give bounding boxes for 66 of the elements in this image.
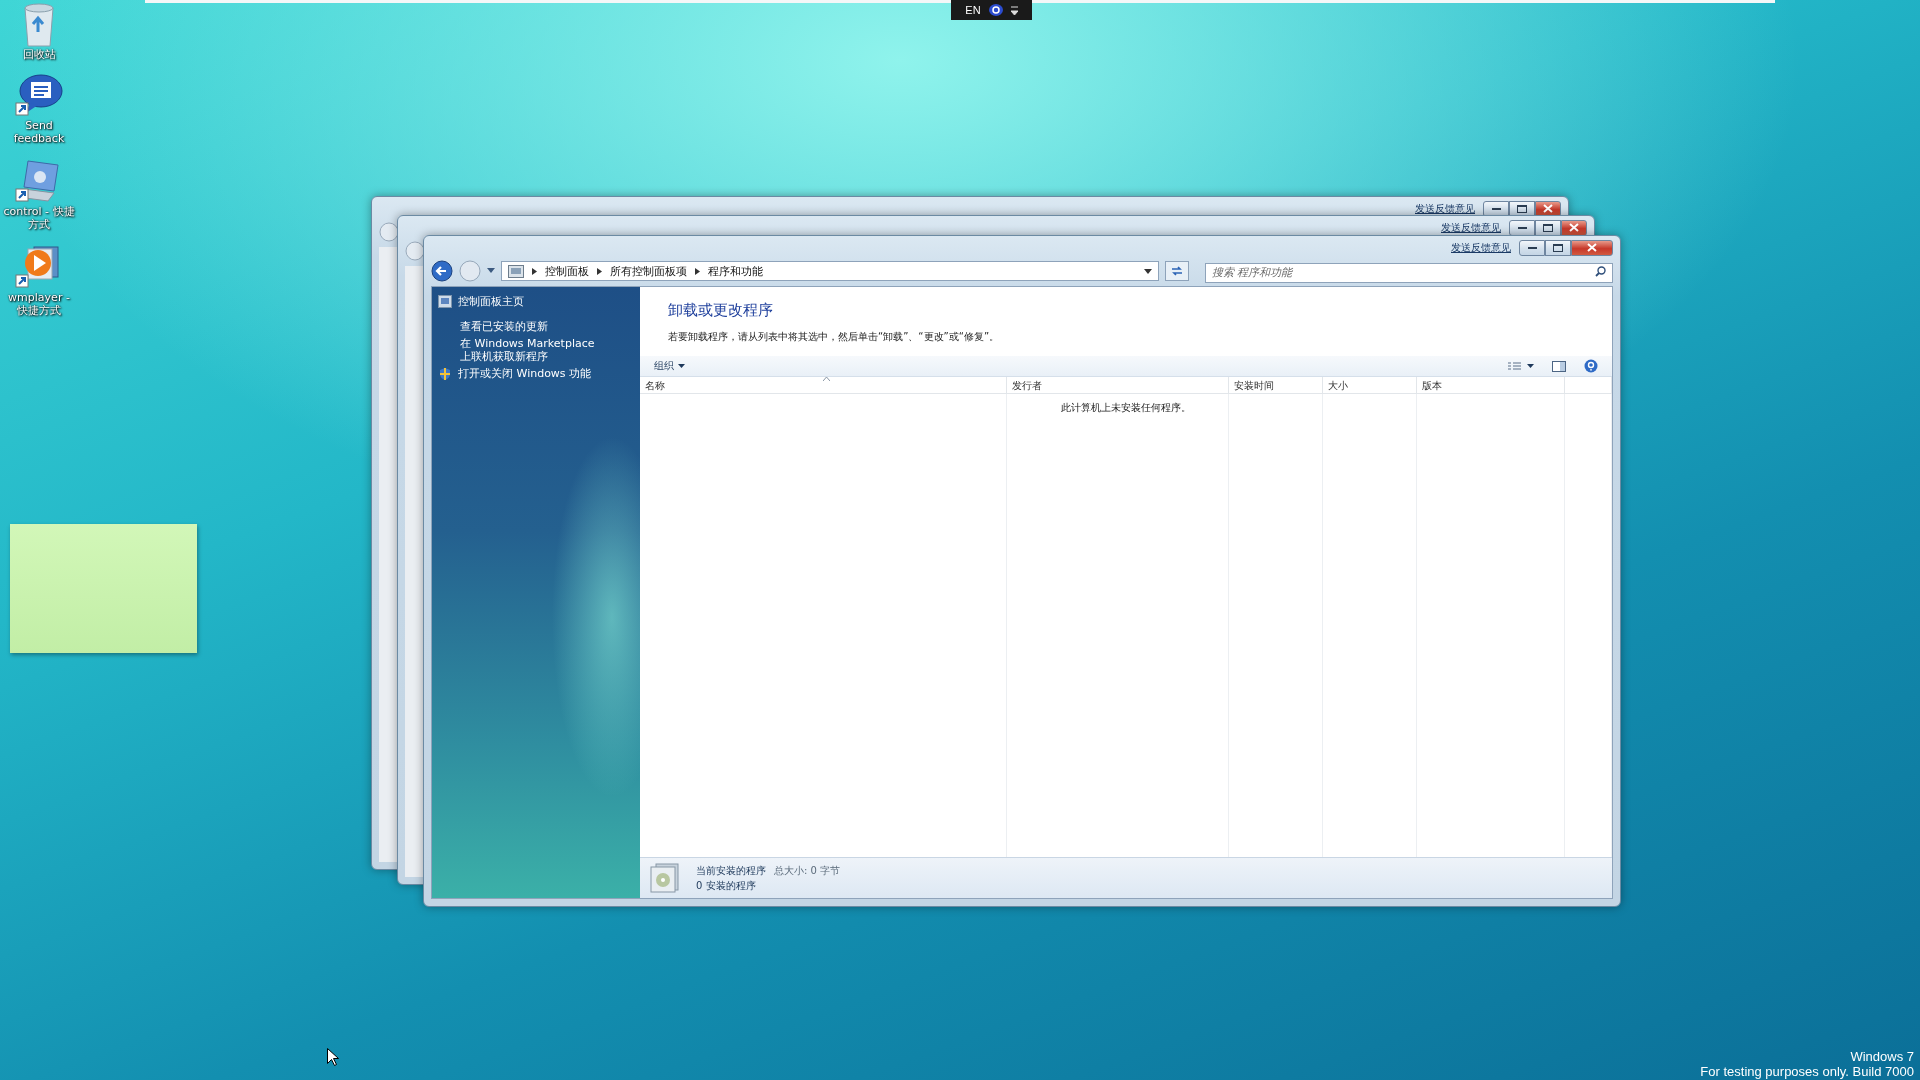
back-button-icon — [379, 222, 399, 242]
os-notice-text: Windows 7 — [1850, 1049, 1914, 1064]
breadcrumb-item[interactable]: 所有控制面板项 — [610, 263, 687, 279]
help-icon — [988, 4, 1003, 16]
preview-pane-icon[interactable] — [1552, 360, 1566, 372]
close-button[interactable] — [1571, 239, 1613, 256]
dropdown-caret-icon — [1144, 268, 1152, 274]
maximize-icon — [1517, 204, 1527, 213]
close-button[interactable] — [1561, 219, 1587, 236]
close-icon — [1587, 243, 1597, 252]
sort-caret-icon — [823, 377, 830, 381]
close-icon — [1569, 223, 1579, 232]
program-count-text: 0 安装的程序 — [696, 878, 757, 893]
speech-bubble-icon — [14, 73, 64, 119]
chevron-icon — [532, 267, 537, 275]
empty-list-message: 此计算机上未安装任何程序。 — [1061, 402, 1191, 413]
feedback-link[interactable]: 发送反馈意见 — [1441, 220, 1501, 235]
help-icon[interactable] — [1584, 359, 1598, 373]
column-header[interactable]: 发行者 — [1007, 377, 1229, 394]
feedback-link[interactable]: 发送反馈意见 — [1451, 240, 1511, 255]
task-link[interactable]: 在 Windows Marketplace 上联机获取新程序 — [438, 337, 606, 363]
shield-icon — [438, 367, 452, 381]
breadcrumb-item[interactable]: 控制面板 — [545, 263, 589, 279]
chevron-icon — [597, 267, 602, 275]
maximize-icon — [1543, 223, 1553, 232]
maximize-button[interactable] — [1509, 200, 1535, 217]
task-link[interactable]: 查看已安装的更新 — [438, 320, 606, 333]
minimize-button[interactable] — [1519, 239, 1545, 256]
minimize-button[interactable] — [1483, 200, 1509, 217]
page-heading: 卸载或更改程序 — [667, 300, 774, 320]
task-link[interactable]: 打开或关闭 Windows 功能 — [458, 367, 592, 380]
column-header[interactable]: 大小 — [1323, 377, 1417, 394]
total-size-text: 总大小: 0 字节 — [774, 863, 841, 878]
back-button-icon — [405, 241, 425, 261]
organize-menu[interactable]: 组织 — [654, 359, 685, 373]
minimize-button[interactable] — [1509, 219, 1535, 236]
control-panel-icon — [438, 295, 452, 308]
view-options-icon[interactable] — [1508, 361, 1534, 371]
column-header[interactable]: 名称 — [640, 377, 1007, 394]
chevron-icon — [695, 267, 700, 275]
status-title: 当前安装的程序 — [696, 863, 766, 878]
os-notice-text: For testing purposes only. Build 7000 — [1700, 1064, 1914, 1079]
close-icon — [1543, 204, 1553, 213]
search-icon — [1595, 266, 1606, 277]
maximize-icon — [1553, 243, 1563, 252]
maximize-button[interactable] — [1535, 219, 1561, 236]
maximize-button[interactable] — [1545, 239, 1571, 256]
mouse-cursor-icon — [327, 1048, 339, 1066]
column-header[interactable]: 版本 — [1417, 377, 1565, 394]
dropdown-caret-icon — [487, 268, 495, 274]
language-indicator[interactable]: EN — [965, 4, 981, 16]
folder-icon — [508, 264, 524, 278]
back-button-icon[interactable] — [431, 260, 453, 282]
task-link[interactable]: 控制面板主页 — [458, 295, 524, 308]
address-bar[interactable]: 控制面板 所有控制面板项 程序和功能 — [501, 261, 1159, 281]
options-arrow-icon — [1010, 5, 1018, 15]
search-field[interactable]: 搜索 程序和功能 — [1205, 262, 1613, 283]
programs-icon — [648, 863, 682, 893]
refresh-icon — [1170, 265, 1184, 277]
column-header[interactable]: 安装时间 — [1229, 377, 1323, 394]
close-button[interactable] — [1535, 200, 1561, 217]
breadcrumb-item[interactable]: 程序和功能 — [708, 263, 763, 279]
refresh-button[interactable] — [1165, 261, 1189, 281]
instruction-text: 若要卸载程序，请从列表中将其选中，然后单击“卸载”、“更改”或“修复”。 — [667, 330, 1001, 344]
feedback-link[interactable]: 发送反馈意见 — [1415, 201, 1475, 216]
caret-icon — [678, 364, 685, 368]
